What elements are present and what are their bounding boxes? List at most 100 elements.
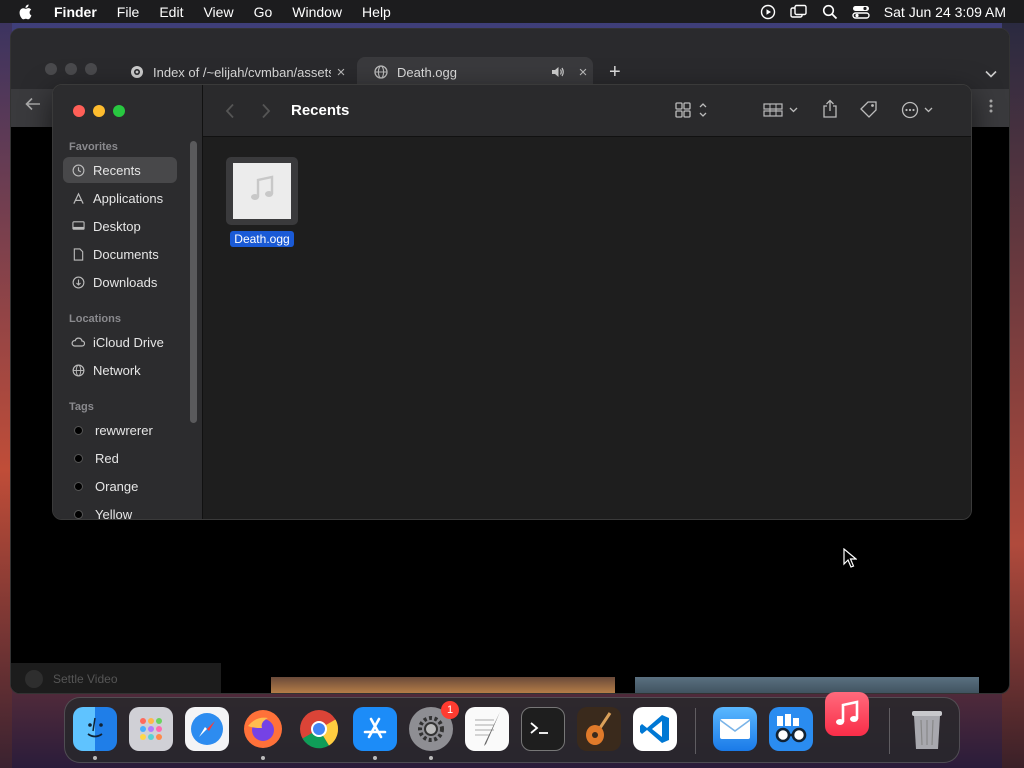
file-item-death-ogg[interactable]: Death.ogg — [226, 157, 298, 247]
sidebar-tag-yellow[interactable]: Yellow — [63, 501, 177, 519]
sidebar-item-applications[interactable]: Applications — [63, 185, 177, 211]
finder-face-icon — [87, 717, 103, 738]
video-thumbnail[interactable] — [635, 677, 979, 693]
tab-close-button[interactable]: × — [331, 64, 351, 81]
menu-window[interactable]: Window — [292, 4, 342, 20]
speaker-icon[interactable] — [551, 66, 565, 78]
video-thumbnail[interactable] — [271, 677, 615, 693]
sidebar-item-network[interactable]: Network — [63, 357, 177, 383]
finder-close-button[interactable] — [73, 105, 85, 117]
dock-garageband[interactable] — [577, 707, 621, 751]
dock-system-settings[interactable]: 1 — [409, 701, 459, 751]
tab-close-button[interactable]: × — [573, 64, 593, 81]
mouse-cursor-icon — [843, 547, 858, 573]
back-arrow-icon[interactable] — [25, 97, 41, 116]
dock-preview-glasses[interactable] — [769, 707, 813, 751]
sidebar-section-locations: Locations — [69, 313, 121, 325]
menu-help[interactable]: Help — [362, 4, 391, 20]
running-indicator — [373, 756, 377, 760]
dock-mail[interactable] — [713, 707, 757, 751]
sidebar-scrollbar[interactable] — [190, 141, 197, 423]
tag-dot-icon — [74, 453, 83, 463]
network-icon — [71, 363, 85, 377]
menu-go[interactable]: Go — [254, 4, 273, 20]
dock-vscode[interactable] — [633, 707, 677, 751]
sidebar-item-label: rewwrerer — [95, 422, 153, 438]
dock-safari[interactable] — [185, 707, 229, 751]
browser-tab-death-ogg[interactable]: Death.ogg × — [357, 57, 593, 87]
tag-dot-icon — [74, 481, 83, 491]
dock-music[interactable] — [825, 692, 869, 736]
dock-finder[interactable] — [73, 707, 117, 751]
sidebar-item-label: Documents — [93, 246, 159, 262]
clock-icon — [71, 163, 85, 177]
sidebar-item-recents[interactable]: Recents — [63, 157, 177, 183]
screen-record-icon[interactable] — [760, 4, 776, 20]
sidebar-tag-red[interactable]: Red — [63, 445, 177, 471]
dock-app-store[interactable] — [353, 707, 397, 751]
icon-view-grid-icon[interactable] — [675, 101, 709, 119]
sidebar-section-tags: Tags — [69, 401, 94, 413]
trash-icon — [912, 711, 942, 749]
control-center-icon[interactable] — [852, 4, 870, 20]
dock-trash[interactable] — [905, 707, 949, 751]
sidebar-item-label: Network — [93, 362, 141, 378]
launchpad-grid-icon — [140, 718, 162, 740]
finder-toolbar: Recents — [203, 85, 971, 137]
globe-icon — [373, 64, 389, 80]
sidebar-tag-orange[interactable]: Orange — [63, 473, 177, 499]
tag-icon[interactable] — [859, 100, 879, 120]
tab-list-chevron-icon[interactable] — [985, 65, 997, 83]
finder-content: Death.ogg — [203, 137, 971, 519]
finder-window-title: Recents — [291, 102, 350, 119]
gear-icon — [418, 716, 444, 742]
compass-icon — [191, 713, 223, 745]
menu-bar: Finder File Edit View Go Window Help Sat… — [0, 0, 1024, 23]
menu-edit[interactable]: Edit — [159, 4, 183, 20]
screen-mirroring-icon[interactable] — [790, 4, 808, 20]
menu-view[interactable]: View — [203, 4, 233, 20]
guitar-icon — [586, 712, 612, 745]
spotlight-icon[interactable] — [822, 4, 838, 20]
new-tab-button[interactable]: + — [609, 61, 621, 84]
dock: 1 — [64, 692, 960, 763]
group-by-icon[interactable] — [763, 101, 801, 119]
more-actions-icon[interactable] — [901, 101, 937, 119]
browser-status-bar: Settle Video — [11, 663, 221, 693]
sidebar-tag-rewwrerer[interactable]: rewwrerer — [63, 417, 177, 443]
sidebar-item-downloads[interactable]: Downloads — [63, 269, 177, 295]
dock-firefox[interactable] — [241, 707, 285, 751]
dock-launchpad[interactable] — [129, 707, 173, 751]
music-note-icon — [249, 175, 275, 208]
finder-zoom-button[interactable] — [113, 105, 125, 117]
menu-file[interactable]: File — [117, 4, 140, 20]
back-chevron-icon[interactable] — [225, 103, 235, 119]
apple-icon[interactable] — [18, 4, 36, 20]
browser-tab-index[interactable]: Index of /~elijah/cvmban/assets × — [123, 57, 351, 87]
app-store-icon — [363, 717, 387, 739]
download-icon — [71, 275, 85, 289]
browser-zoom-button[interactable] — [85, 63, 97, 75]
tag-dot-icon — [74, 425, 83, 435]
share-icon[interactable] — [821, 99, 839, 119]
sidebar-item-label: Red — [95, 450, 119, 466]
file-thumbnail — [226, 157, 298, 225]
sidebar-item-label: Recents — [93, 162, 141, 178]
dock-textedit[interactable] — [465, 707, 509, 751]
sidebar-item-icloud-drive[interactable]: iCloud Drive — [63, 329, 177, 355]
browser-close-button[interactable] — [45, 63, 57, 75]
menu-app-name[interactable]: Finder — [54, 4, 97, 20]
dock-terminal[interactable] — [521, 707, 565, 751]
dock-chrome[interactable] — [297, 707, 341, 751]
finder-minimize-button[interactable] — [93, 105, 105, 117]
kebab-menu-icon[interactable] — [989, 99, 993, 118]
sidebar-item-label: iCloud Drive — [93, 334, 164, 350]
running-indicator — [261, 756, 265, 760]
sidebar-item-desktop[interactable]: Desktop — [63, 213, 177, 239]
forward-chevron-icon[interactable] — [261, 103, 271, 119]
sidebar-item-documents[interactable]: Documents — [63, 241, 177, 267]
browser-minimize-button[interactable] — [65, 63, 77, 75]
menu-clock[interactable]: Sat Jun 24 3:09 AM — [884, 4, 1006, 20]
terminal-icon — [530, 722, 548, 734]
text-edit-icon — [475, 712, 500, 746]
